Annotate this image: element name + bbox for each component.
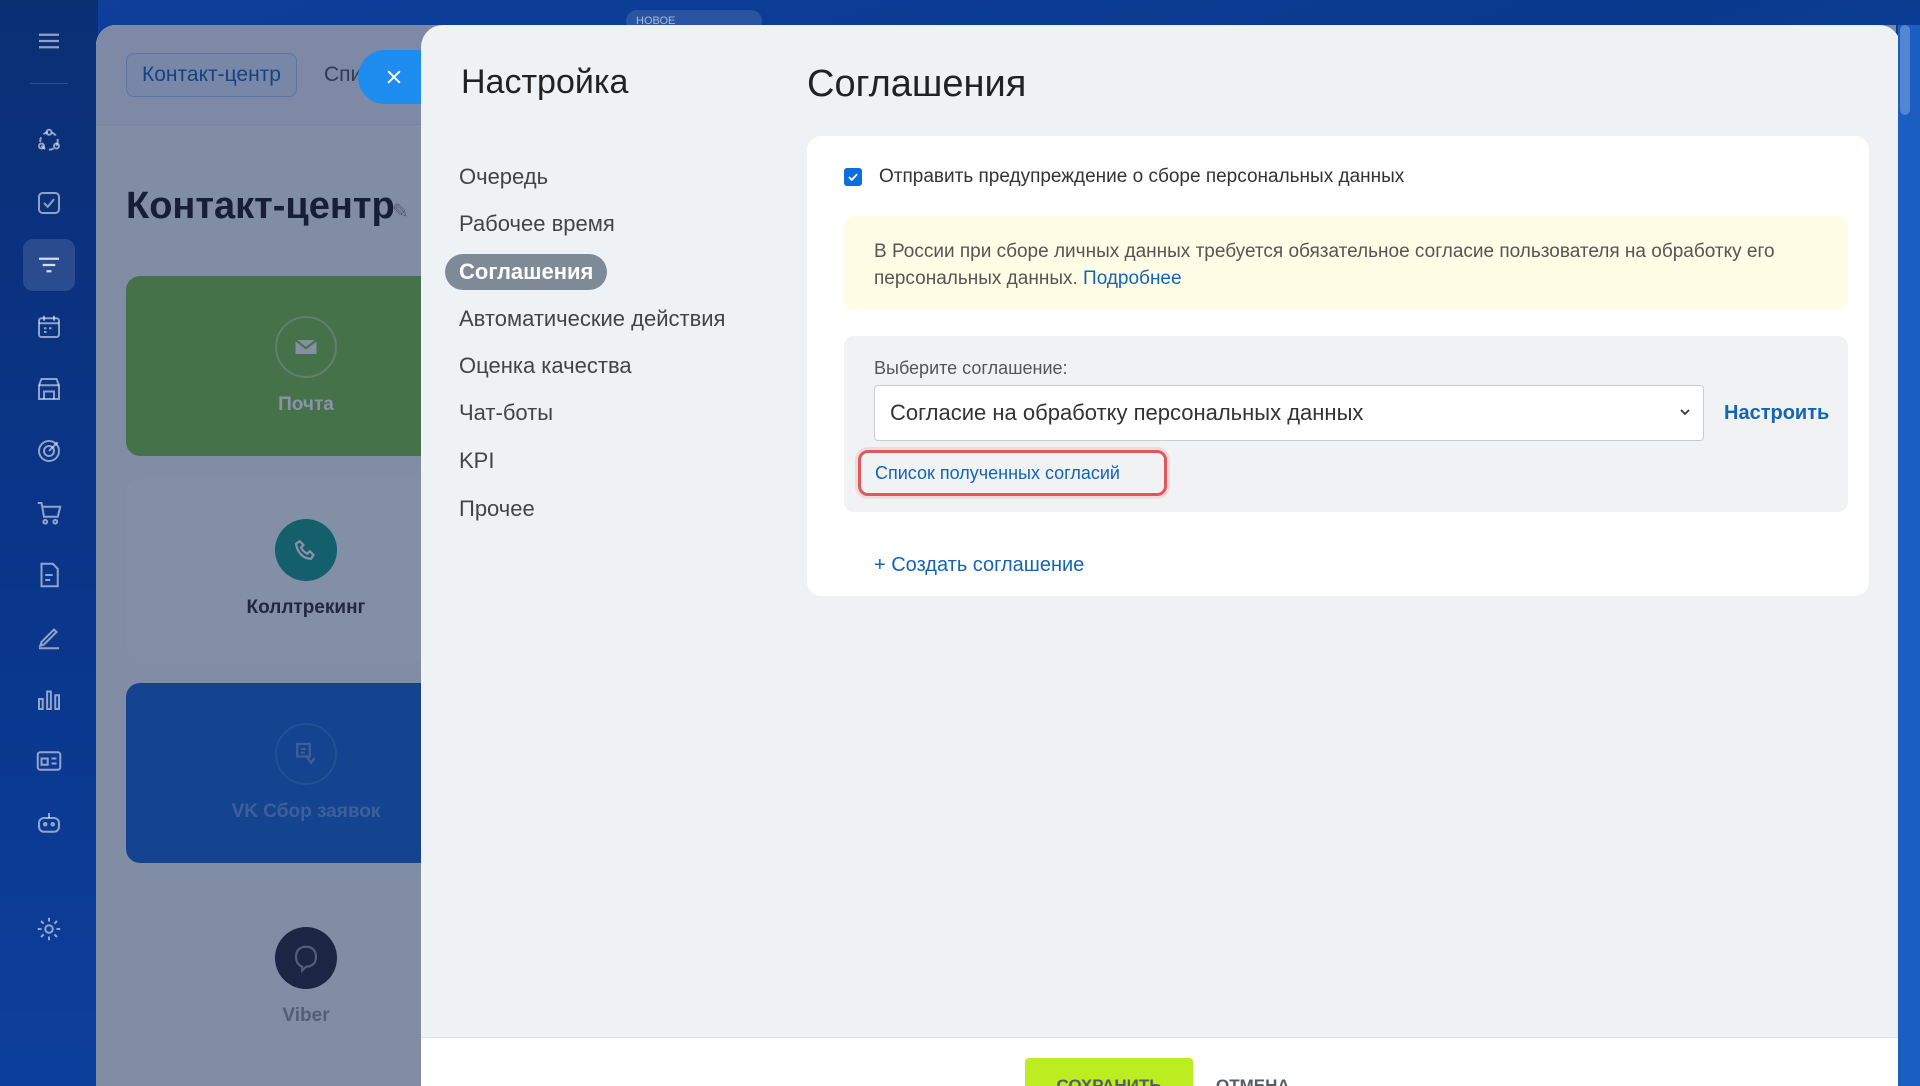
sites-icon[interactable] [23,735,75,787]
nav-item-queue[interactable]: Очередь [445,159,562,195]
connector-label: Почта [278,394,334,415]
crm-icon[interactable] [23,115,75,167]
agreement-selected-value: Согласие на обработку персональных данны… [890,400,1364,425]
consent-list-link[interactable]: Список полученных согласий [858,450,1167,496]
nav-item-chatbots[interactable]: Чат-боты [445,395,567,431]
settings-icon[interactable] [23,903,75,955]
agreement-select[interactable]: Согласие на обработку персональных данны… [874,385,1704,441]
personal-data-notice: В России при сборе личных данных требует… [844,216,1848,310]
agreement-select-box: Выберите соглашение: Согласие на обработ… [844,336,1848,512]
calendar-icon[interactable] [23,301,75,353]
nav-item-kpi[interactable]: KPI [445,443,508,479]
viber-icon [275,927,337,989]
workspace-tab[interactable]: Спи [324,63,362,87]
cart-icon[interactable] [23,487,75,539]
phone-arrows-icon [275,519,337,581]
contact-center-icon[interactable] [23,239,75,291]
configure-link[interactable]: Настроить [1724,402,1829,425]
sign-icon[interactable] [23,611,75,663]
nav-item-work-time[interactable]: Рабочее время [445,206,629,242]
target-icon[interactable] [23,425,75,477]
connector-label: VK Сбор заявок [231,801,381,822]
menu-icon[interactable] [23,15,75,67]
nav-item-auto-actions[interactable]: Автоматические действия [445,301,739,337]
vk-form-icon [275,723,337,785]
footer-bar: СОХРАНИТЬ ОТМЕНА [421,1037,1901,1086]
connector-label: Коллтрекинг [246,597,366,618]
pin-icon[interactable]: ✎ [392,199,409,224]
breadcrumb[interactable]: Контакт-центр [126,53,297,97]
nav-item-other[interactable]: Прочее [445,491,549,527]
nav-item-agreements[interactable]: Соглашения [445,254,608,290]
chevron-down-icon [1680,409,1690,416]
settings-nav-title: Настройка [461,63,629,101]
notice-text: В России при сборе личных данных требует… [874,241,1775,289]
page-scrollbar-thumb[interactable] [1900,25,1910,115]
settings-panel: Настройка Очередь Рабочее время Соглашен… [421,25,1901,1086]
tasks-icon[interactable] [23,177,75,229]
rail-divider [30,83,68,84]
warning-checkbox-row[interactable]: Отправить предупреждение о сборе персона… [844,166,1404,188]
nav-item-quality[interactable]: Оценка качества [445,348,646,384]
save-button[interactable]: СОХРАНИТЬ [1025,1058,1193,1086]
store-icon[interactable] [23,363,75,415]
content-title: Соглашения [807,63,1027,105]
page-scrollbar[interactable] [1898,25,1920,1086]
app-rail [0,0,98,1086]
warning-checkbox[interactable] [844,168,862,186]
create-agreement-link[interactable]: + Создать соглашение [874,554,1084,577]
document-edit-icon[interactable] [23,549,75,601]
connector-label: Viber [282,1005,330,1026]
close-icon [387,70,401,84]
warning-checkbox-label: Отправить предупреждение о сборе персона… [879,166,1405,187]
agreements-card: Отправить предупреждение о сборе персона… [807,136,1869,596]
page-title: Контакт-центр [126,185,395,227]
cancel-button[interactable]: ОТМЕНА [1216,1076,1290,1086]
mail-icon [275,316,337,378]
checkmark-icon [848,173,858,182]
bot-icon[interactable] [23,797,75,849]
analytics-icon[interactable] [23,673,75,725]
notice-more-link[interactable]: Подробнее [1083,268,1182,289]
agreement-select-label: Выберите соглашение: [874,358,1068,378]
